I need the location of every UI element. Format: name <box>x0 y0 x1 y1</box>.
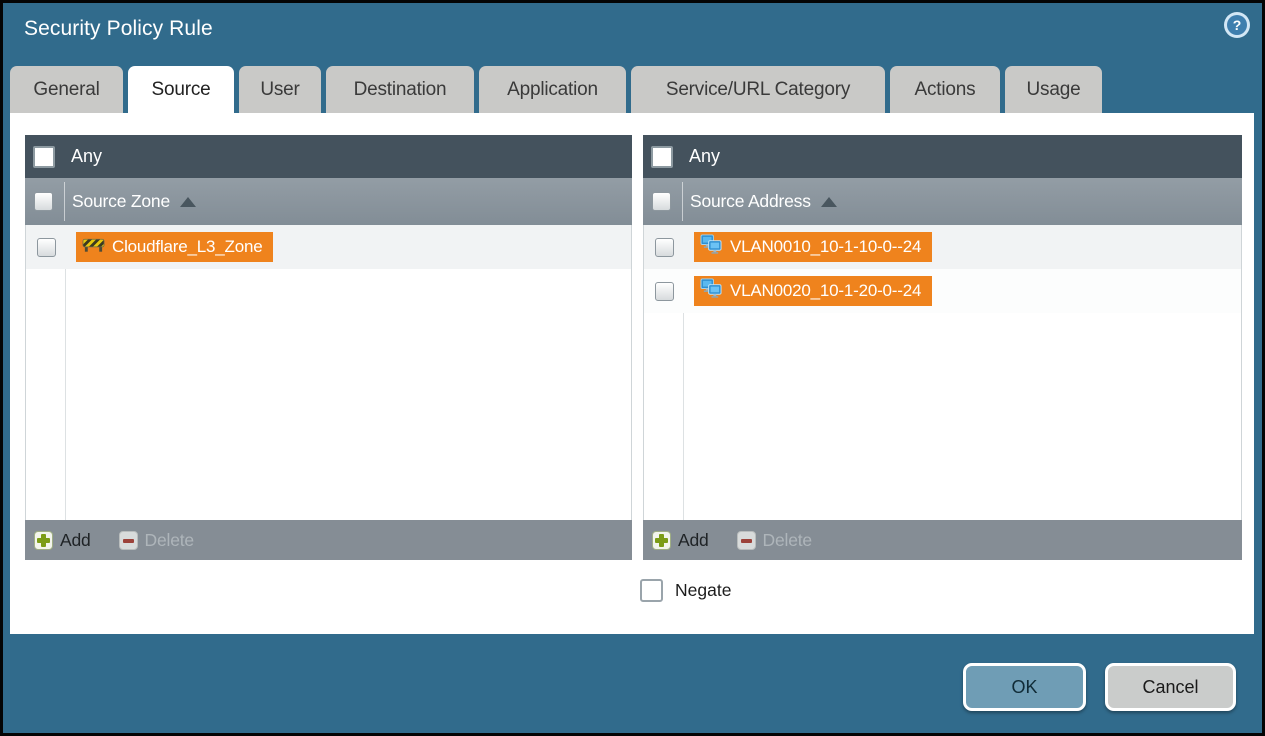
any-label: Any <box>689 146 721 166</box>
plus-icon <box>34 530 53 550</box>
source-zone-column-header[interactable]: Source Zone <box>25 178 632 225</box>
source-address-footer: Add Delete <box>643 520 1242 560</box>
tab-usage[interactable]: Usage <box>1005 66 1102 113</box>
cancel-button[interactable]: Cancel <box>1105 663 1236 711</box>
negate-checkbox[interactable] <box>640 579 663 602</box>
address-icon <box>700 278 723 304</box>
source-address-panel: Any Source Address VLAN0010_10-1-10-0--2… <box>643 135 1242 560</box>
tab-service-url-category[interactable]: Service/URL Category <box>631 66 885 113</box>
source-address-any-checkbox[interactable] <box>651 145 673 168</box>
selected-address-item[interactable]: VLAN0020_10-1-20-0--24 <box>694 276 933 306</box>
row-checkbox[interactable] <box>654 237 674 257</box>
table-row[interactable]: Cloudflare_L3_Zone <box>26 225 631 269</box>
delete-label: Delete <box>144 529 195 550</box>
any-label: Any <box>71 146 103 166</box>
ok-button[interactable]: OK <box>963 663 1086 711</box>
address-item-label: VLAN0010_10-1-10-0--24 <box>730 237 922 256</box>
add-button[interactable]: Add <box>652 530 709 551</box>
zone-icon <box>82 237 105 257</box>
add-button[interactable]: Add <box>34 530 91 551</box>
tab-general[interactable]: General <box>10 66 123 113</box>
source-address-list: VLAN0010_10-1-10-0--24 VLAN0020_10-1-20-… <box>643 225 1242 520</box>
tab-user[interactable]: User <box>239 66 321 113</box>
tab-application[interactable]: Application <box>479 66 626 113</box>
negate-label: Negate <box>675 580 732 600</box>
row-checkbox[interactable] <box>654 281 674 301</box>
source-address-column-header[interactable]: Source Address <box>643 178 1242 225</box>
sort-ascending-icon <box>820 196 837 207</box>
source-tab-content: Any Source Zone Cloudflare_L3_Zone Add D… <box>10 113 1254 634</box>
column-header-label: Source Zone <box>72 191 170 211</box>
minus-icon <box>736 530 756 550</box>
tab-label: User <box>260 78 300 100</box>
minus-icon <box>118 530 138 550</box>
add-label: Add <box>60 529 91 550</box>
selected-zone-item[interactable]: Cloudflare_L3_Zone <box>76 232 274 262</box>
negate-control: Negate <box>640 579 731 602</box>
source-address-any-header: Any <box>643 135 1242 178</box>
address-icon <box>700 234 723 260</box>
source-zone-footer: Add Delete <box>25 520 632 560</box>
tab-label: Source <box>151 78 211 100</box>
source-zone-selectall-checkbox[interactable] <box>34 192 53 211</box>
source-zone-panel: Any Source Zone Cloudflare_L3_Zone Add D… <box>25 135 632 560</box>
tab-bar: General Source User Destination Applicat… <box>10 66 1102 113</box>
help-icon[interactable]: ? <box>1223 11 1251 39</box>
tab-label: Destination <box>353 78 447 100</box>
add-label: Add <box>678 529 709 550</box>
zone-item-label: Cloudflare_L3_Zone <box>112 237 263 256</box>
tab-label: Service/URL Category <box>665 78 851 100</box>
tab-actions[interactable]: Actions <box>890 66 1000 113</box>
source-address-selectall-checkbox[interactable] <box>652 192 671 211</box>
tab-destination[interactable]: Destination <box>326 66 474 113</box>
security-policy-rule-dialog: Security Policy Rule ? General Source Us… <box>0 0 1265 736</box>
delete-button[interactable]: Delete <box>736 529 813 551</box>
dialog-title: Security Policy Rule <box>24 17 213 40</box>
column-separator <box>682 182 683 221</box>
delete-button[interactable]: Delete <box>118 529 195 551</box>
tab-label: Actions <box>914 78 976 100</box>
svg-text:?: ? <box>1233 17 1242 33</box>
tab-label: General <box>33 78 100 100</box>
column-header-label: Source Address <box>690 191 811 211</box>
address-item-label: VLAN0020_10-1-20-0--24 <box>730 281 922 300</box>
column-separator <box>64 182 65 221</box>
tab-label: Application <box>507 78 598 100</box>
tab-source[interactable]: Source <box>128 66 234 113</box>
table-row[interactable]: VLAN0020_10-1-20-0--24 <box>644 269 1241 313</box>
sort-ascending-icon <box>180 196 196 207</box>
plus-icon <box>652 530 671 550</box>
table-row[interactable]: VLAN0010_10-1-10-0--24 <box>644 225 1241 269</box>
source-zone-any-checkbox[interactable] <box>33 145 55 168</box>
selected-address-item[interactable]: VLAN0010_10-1-10-0--24 <box>694 232 933 262</box>
delete-label: Delete <box>762 529 813 550</box>
row-checkbox[interactable] <box>36 237 56 257</box>
source-zone-list: Cloudflare_L3_Zone <box>25 225 632 520</box>
tab-label: Usage <box>1026 78 1081 100</box>
source-zone-any-header: Any <box>25 135 632 178</box>
column-separator <box>65 225 66 520</box>
